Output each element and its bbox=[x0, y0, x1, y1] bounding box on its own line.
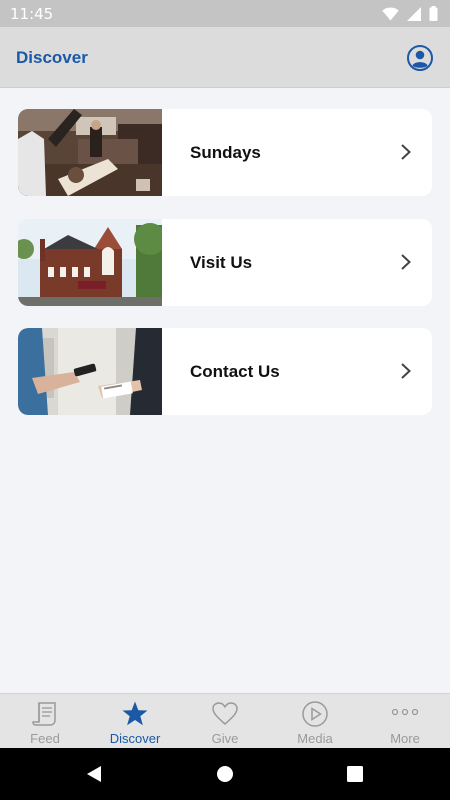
discover-list: Sundays Visit Us Contact Us bbox=[0, 88, 450, 693]
card-label: Sundays bbox=[190, 143, 261, 162]
card-sundays[interactable]: Sundays bbox=[18, 109, 432, 196]
worship-service-photo bbox=[18, 109, 162, 196]
back-icon[interactable] bbox=[84, 764, 104, 784]
church-building-photo bbox=[18, 219, 162, 306]
card-contact-us[interactable]: Contact Us bbox=[18, 328, 432, 415]
tab-media[interactable]: Media bbox=[270, 694, 360, 748]
chevron-right-icon bbox=[401, 363, 411, 379]
tab-label: More bbox=[390, 731, 420, 746]
home-icon[interactable] bbox=[215, 764, 235, 784]
system-navigation-bar bbox=[0, 748, 450, 800]
page-title: Discover bbox=[16, 48, 88, 67]
tab-more[interactable]: More bbox=[360, 694, 450, 748]
wifi-icon bbox=[382, 7, 399, 20]
tab-discover[interactable]: Discover bbox=[90, 694, 180, 748]
tab-label: Feed bbox=[30, 731, 60, 746]
play-circle-icon bbox=[302, 701, 328, 727]
status-bar: 11:45 bbox=[0, 0, 450, 27]
app-bar: Discover bbox=[0, 27, 450, 88]
more-dots-icon bbox=[391, 708, 419, 716]
chevron-right-icon bbox=[401, 254, 411, 270]
tab-give[interactable]: Give bbox=[180, 694, 270, 748]
profile-icon[interactable] bbox=[407, 45, 433, 71]
card-label: Visit Us bbox=[190, 253, 253, 272]
battery-icon bbox=[429, 6, 438, 21]
status-icons bbox=[382, 6, 438, 21]
chevron-right-icon bbox=[401, 144, 411, 160]
card-visit-us[interactable]: Visit Us bbox=[18, 219, 432, 306]
star-icon bbox=[122, 701, 148, 726]
tab-label: Media bbox=[297, 731, 333, 746]
card-label: Contact Us bbox=[190, 362, 280, 381]
bottom-tab-bar: Feed Discover Give Media More bbox=[0, 693, 450, 748]
heart-icon bbox=[212, 702, 238, 725]
phone-card-exchange-photo bbox=[18, 328, 162, 415]
tab-label: Give bbox=[211, 731, 239, 746]
tab-feed[interactable]: Feed bbox=[0, 694, 90, 748]
tab-label: Discover bbox=[109, 731, 161, 746]
feed-scroll-icon bbox=[32, 702, 56, 726]
recents-icon[interactable] bbox=[345, 764, 365, 784]
status-time: 11:45 bbox=[10, 5, 54, 23]
signal-icon bbox=[407, 6, 421, 21]
